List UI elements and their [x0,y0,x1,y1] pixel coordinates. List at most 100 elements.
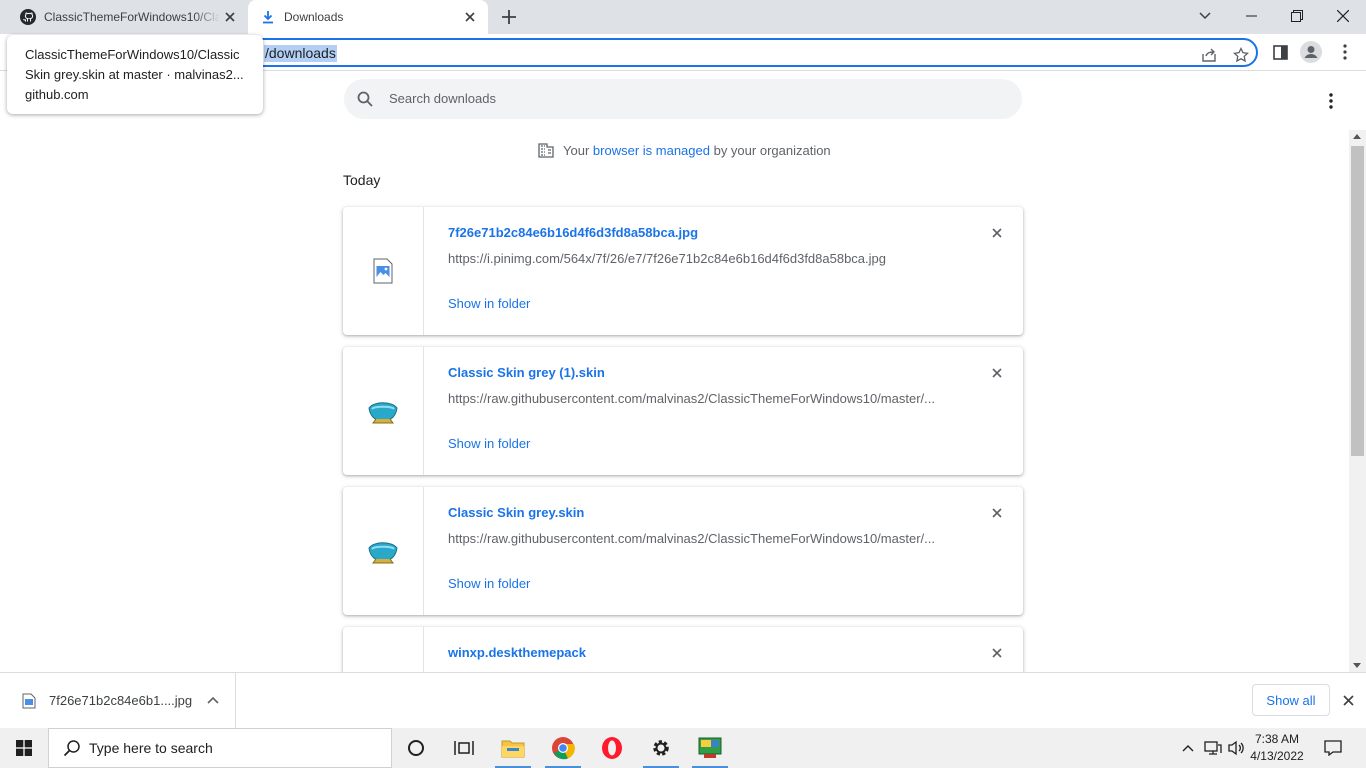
downloads-page: Search downloads Your browser is managed… [0,72,1366,672]
show-in-folder-link[interactable]: Show in folder [448,576,530,591]
taskbar-search-placeholder: Type here to search [89,740,213,756]
plus-icon [502,10,516,24]
close-icon [992,228,1002,238]
remove-download-button[interactable] [989,365,1005,381]
show-in-folder-link[interactable]: Show in folder [448,436,530,451]
profile-avatar-icon[interactable] [1300,41,1322,63]
search-placeholder: Search downloads [389,91,496,106]
image-file-icon [22,693,36,708]
chrome-menu-icon[interactable] [1334,41,1356,63]
download-url[interactable]: https://raw.githubusercontent.com/malvin… [448,391,948,406]
opera-taskbar-button[interactable] [588,728,636,768]
tab-search-button[interactable] [1182,0,1228,32]
download-filename[interactable]: winxp.deskthemepack [448,645,586,660]
star-icon[interactable] [1232,46,1250,64]
search-icon [357,91,373,107]
share-icon[interactable] [1200,46,1218,64]
file-icon-area [343,487,424,615]
address-text[interactable]: /downloads [264,45,337,62]
action-center-button[interactable] [1320,728,1346,768]
windows-logo-icon [16,740,32,756]
skin-file-icon [368,542,398,564]
shelf-item-name: 7f26e71b2c84e6b1....jpg [49,693,193,708]
gear-icon [653,740,669,756]
close-icon [1337,10,1349,22]
tab-close-icon[interactable] [222,9,238,25]
page-menu-icon[interactable] [1320,90,1342,112]
close-icon [992,368,1002,378]
opera-icon [602,737,622,759]
download-url[interactable]: https://i.pinimg.com/564x/7f/26/e7/7f26e… [448,251,948,266]
address-bar[interactable]: /downloads [150,38,1258,67]
remove-download-button[interactable] [989,645,1005,661]
start-button[interactable] [0,728,48,768]
chevron-up-icon [1182,745,1194,752]
file-icon-area [343,627,424,672]
show-in-folder-link[interactable]: Show in folder [448,296,530,311]
download-filename[interactable]: Classic Skin grey.skin [448,505,584,520]
folder-icon [501,740,525,758]
search-icon [63,740,80,757]
minimize-button[interactable] [1228,0,1274,32]
scroll-up-arrow[interactable] [1353,134,1361,139]
tab-downloads[interactable]: Downloads [248,0,488,34]
cortana-button[interactable] [392,728,440,768]
close-shelf-button[interactable] [1340,692,1356,708]
vertical-scrollbar[interactable] [1349,130,1366,672]
new-tab-button[interactable] [498,6,520,28]
taskbar-search-box[interactable]: Type here to search [48,728,392,768]
cortana-circle-icon [408,740,424,756]
tab-hover-card: ClassicThemeForWindows10/Classic Skin gr… [7,35,263,114]
download-url[interactable]: https://raw.githubusercontent.com/malvin… [448,531,948,546]
clock-date: 4/13/2022 [1250,749,1304,763]
side-panel-icon[interactable] [1269,41,1291,63]
download-item: Classic Skin grey (1).skin https://raw.g… [343,347,1023,475]
network-icon [1204,741,1222,755]
settings-taskbar-button[interactable] [637,728,685,768]
download-icon [260,9,276,25]
download-item: winxp.deskthemepack [343,627,1023,672]
scroll-down-arrow[interactable] [1353,663,1361,668]
hover-card-domain: github.com [25,87,89,102]
image-file-icon [373,258,393,284]
tab-title: ClassicThemeForWindows10/Classic Skin gr… [44,10,220,24]
shelf-download-item[interactable]: 7f26e71b2c84e6b1....jpg [0,673,236,728]
taskbar-clock[interactable]: 7:38 AM 4/13/2022 [1244,731,1310,765]
skin-file-icon [368,402,398,424]
remove-download-button[interactable] [989,225,1005,241]
network-tray-button[interactable] [1202,728,1224,768]
scrollbar-thumb[interactable] [1351,146,1364,456]
file-icon-area [343,207,424,335]
show-hidden-icons-button[interactable] [1178,728,1198,768]
remove-download-button[interactable] [989,505,1005,521]
tab-title: Downloads [284,10,344,24]
file-explorer-taskbar-button[interactable] [489,728,537,768]
chevron-down-icon [1199,12,1211,20]
chevron-up-icon[interactable] [206,693,220,707]
tab-github[interactable]: ClassicThemeForWindows10/Classic Skin gr… [8,0,248,34]
close-icon [992,508,1002,518]
managed-notice: Your browser is managed by your organiza… [537,140,831,160]
theme-app-taskbar-button[interactable] [686,728,734,768]
chrome-icon [552,737,575,760]
minimize-icon [1245,15,1257,17]
task-view-button[interactable] [440,728,488,768]
show-all-button[interactable]: Show all [1252,684,1330,716]
managed-link[interactable]: browser is managed [593,143,710,158]
tab-strip: ClassicThemeForWindows10/Classic Skin gr… [0,0,1366,34]
github-icon [20,9,36,25]
close-icon [1342,694,1354,706]
search-downloads-input[interactable]: Search downloads [344,79,1022,119]
download-filename[interactable]: 7f26e71b2c84e6b16d4f6d3fd8a58bca.jpg [448,225,698,240]
close-window-button[interactable] [1320,0,1366,32]
managed-suffix: by your organization [713,142,831,158]
date-section-label: Today [343,172,381,188]
download-item: Classic Skin grey.skin https://raw.githu… [343,487,1023,615]
file-icon-area [343,347,424,475]
download-filename[interactable]: Classic Skin grey (1).skin [448,365,605,380]
tab-close-icon[interactable] [462,9,478,25]
theme-app-icon [698,737,722,758]
restore-button[interactable] [1274,0,1320,32]
chrome-taskbar-button[interactable] [539,728,587,768]
building-icon [538,143,554,158]
